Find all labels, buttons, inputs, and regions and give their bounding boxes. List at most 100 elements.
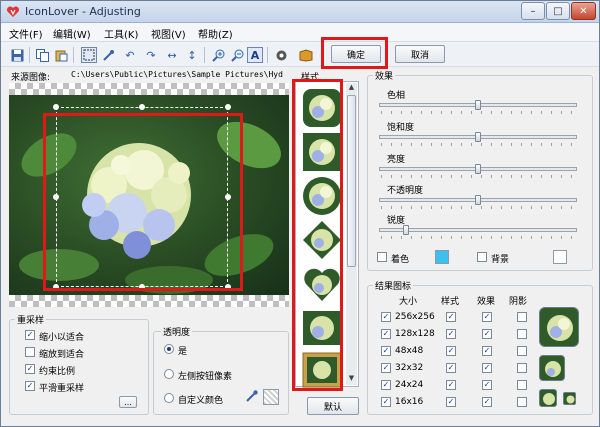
styles-list[interactable]: ▲ ▼ [295,81,359,388]
shadow-32-checkbox[interactable] [517,363,527,373]
size-128-checkbox[interactable]: ✓ [381,329,391,339]
crop-handle[interactable] [139,104,145,110]
style-square[interactable] [302,132,342,172]
custom-color-radio[interactable] [164,393,174,403]
effect-256-checkbox[interactable]: ✓ [482,312,492,322]
transparent-border-top [9,83,289,95]
stretch-to-fit-checkbox[interactable] [25,347,35,357]
hue-slider-thumb[interactable] [475,100,481,110]
styles-scrollbar[interactable]: ▲ ▼ [346,83,357,385]
cancel-button[interactable]: 取消 [395,45,445,63]
saturation-slider-thumb[interactable] [475,132,481,142]
shrink-to-fit-checkbox[interactable]: ✓ [25,330,35,340]
size-16-checkbox[interactable]: ✓ [381,397,391,407]
resample-more-button[interactable]: ... [119,396,137,408]
book-icon[interactable] [298,47,314,63]
style-heart[interactable] [302,264,342,304]
effect-24-checkbox[interactable]: ✓ [482,380,492,390]
crop-handle[interactable] [53,194,59,200]
style-round-rect[interactable] [302,88,342,128]
shadow-256-checkbox[interactable] [517,312,527,322]
smooth-resample-label: 平滑重采样 [39,384,85,394]
colorize-checkbox[interactable] [377,252,387,262]
toolbar-separator [29,47,30,63]
header-shadow: 阴影 [509,297,528,307]
sharpness-slider-thumb[interactable] [403,225,409,235]
background-color-swatch[interactable] [553,250,567,264]
crop-handle[interactable] [225,284,231,290]
effect-48-checkbox[interactable]: ✓ [482,346,492,356]
scroll-down-icon[interactable]: ▼ [346,374,357,385]
style-48-checkbox[interactable]: ✓ [446,346,456,356]
crop-handle[interactable] [139,284,145,290]
transparency-yes-radio[interactable] [164,344,174,354]
style-frame[interactable] [302,352,342,392]
left-button-pixel-radio[interactable] [164,369,174,379]
opacity-slider-thumb[interactable] [475,195,481,205]
menu-view[interactable]: 视图(V) [151,26,186,41]
menu-help[interactable]: 帮助(Z) [198,26,233,41]
ok-button[interactable]: 确定 [331,45,381,63]
scroll-up-icon[interactable]: ▲ [346,83,357,94]
window-title: IconLover - Adjusting [25,5,141,18]
size-256-checkbox[interactable]: ✓ [381,312,391,322]
default-button[interactable]: 默认 [307,397,359,415]
zoom-in-icon[interactable] [210,47,226,63]
text-icon[interactable]: A [247,47,263,63]
style-rect[interactable] [302,308,342,348]
select-rect-icon[interactable] [81,47,97,63]
size-48-checkbox[interactable]: ✓ [381,346,391,356]
maximize-button[interactable]: □ [546,2,570,20]
minimize-button[interactable]: – [521,2,545,20]
crop-handle[interactable] [225,194,231,200]
effect-32-checkbox[interactable]: ✓ [482,363,492,373]
effect-128-checkbox[interactable]: ✓ [482,329,492,339]
custom-color-label: 自定义颜色 [178,396,224,406]
crop-handle[interactable] [53,104,59,110]
size-32-checkbox[interactable]: ✓ [381,363,391,373]
pipette-icon[interactable] [100,47,116,63]
transparent-color-swatch[interactable] [263,389,279,405]
rotate-left-icon[interactable]: ↶ [122,47,138,63]
brightness-slider-thumb[interactable] [475,164,481,174]
effect-16-checkbox[interactable]: ✓ [482,397,492,407]
shadow-128-checkbox[interactable] [517,329,527,339]
flip-vertical-icon[interactable]: ↕ [184,47,200,63]
menu-file[interactable]: 文件(F) [9,26,43,41]
shadow-24-checkbox[interactable] [517,380,527,390]
sharpness-ticks [381,236,577,239]
preview-icon[interactable] [273,47,289,63]
style-32-checkbox[interactable]: ✓ [446,363,456,373]
menu-edit[interactable]: 编辑(W) [53,26,91,41]
title-bar[interactable]: IconLover - Adjusting – □ ✕ [1,1,599,23]
colorize-color-swatch[interactable] [435,250,449,264]
style-circle[interactable] [302,176,342,216]
shadow-48-checkbox[interactable] [517,346,527,356]
crop-selection[interactable] [56,107,228,287]
shadow-16-checkbox[interactable] [517,397,527,407]
crop-handle[interactable] [53,284,59,290]
rotate-right-icon[interactable]: ↷ [143,47,159,63]
style-diamond[interactable] [302,220,342,260]
style-24-checkbox[interactable]: ✓ [446,380,456,390]
flip-horizontal-icon[interactable]: ↔ [164,47,180,63]
keep-aspect-checkbox[interactable]: ✓ [25,364,35,374]
scroll-thumb[interactable] [347,95,356,267]
color-picker-pipette-icon[interactable] [245,389,259,403]
zoom-out-icon[interactable] [229,47,245,63]
size-24-checkbox[interactable]: ✓ [381,380,391,390]
smooth-resample-checkbox[interactable]: ✓ [25,381,35,391]
preview-256 [539,307,579,347]
close-button[interactable]: ✕ [571,2,596,20]
copy-icon[interactable] [34,47,50,63]
menu-tools[interactable]: 工具(K) [104,26,138,41]
style-256-checkbox[interactable]: ✓ [446,312,456,322]
paste-icon[interactable] [53,47,69,63]
image-canvas[interactable] [9,83,289,307]
background-checkbox[interactable] [477,252,487,262]
save-icon[interactable] [9,47,25,63]
style-16-checkbox[interactable]: ✓ [446,397,456,407]
app-heart-icon [6,6,20,17]
crop-handle[interactable] [225,104,231,110]
style-128-checkbox[interactable]: ✓ [446,329,456,339]
